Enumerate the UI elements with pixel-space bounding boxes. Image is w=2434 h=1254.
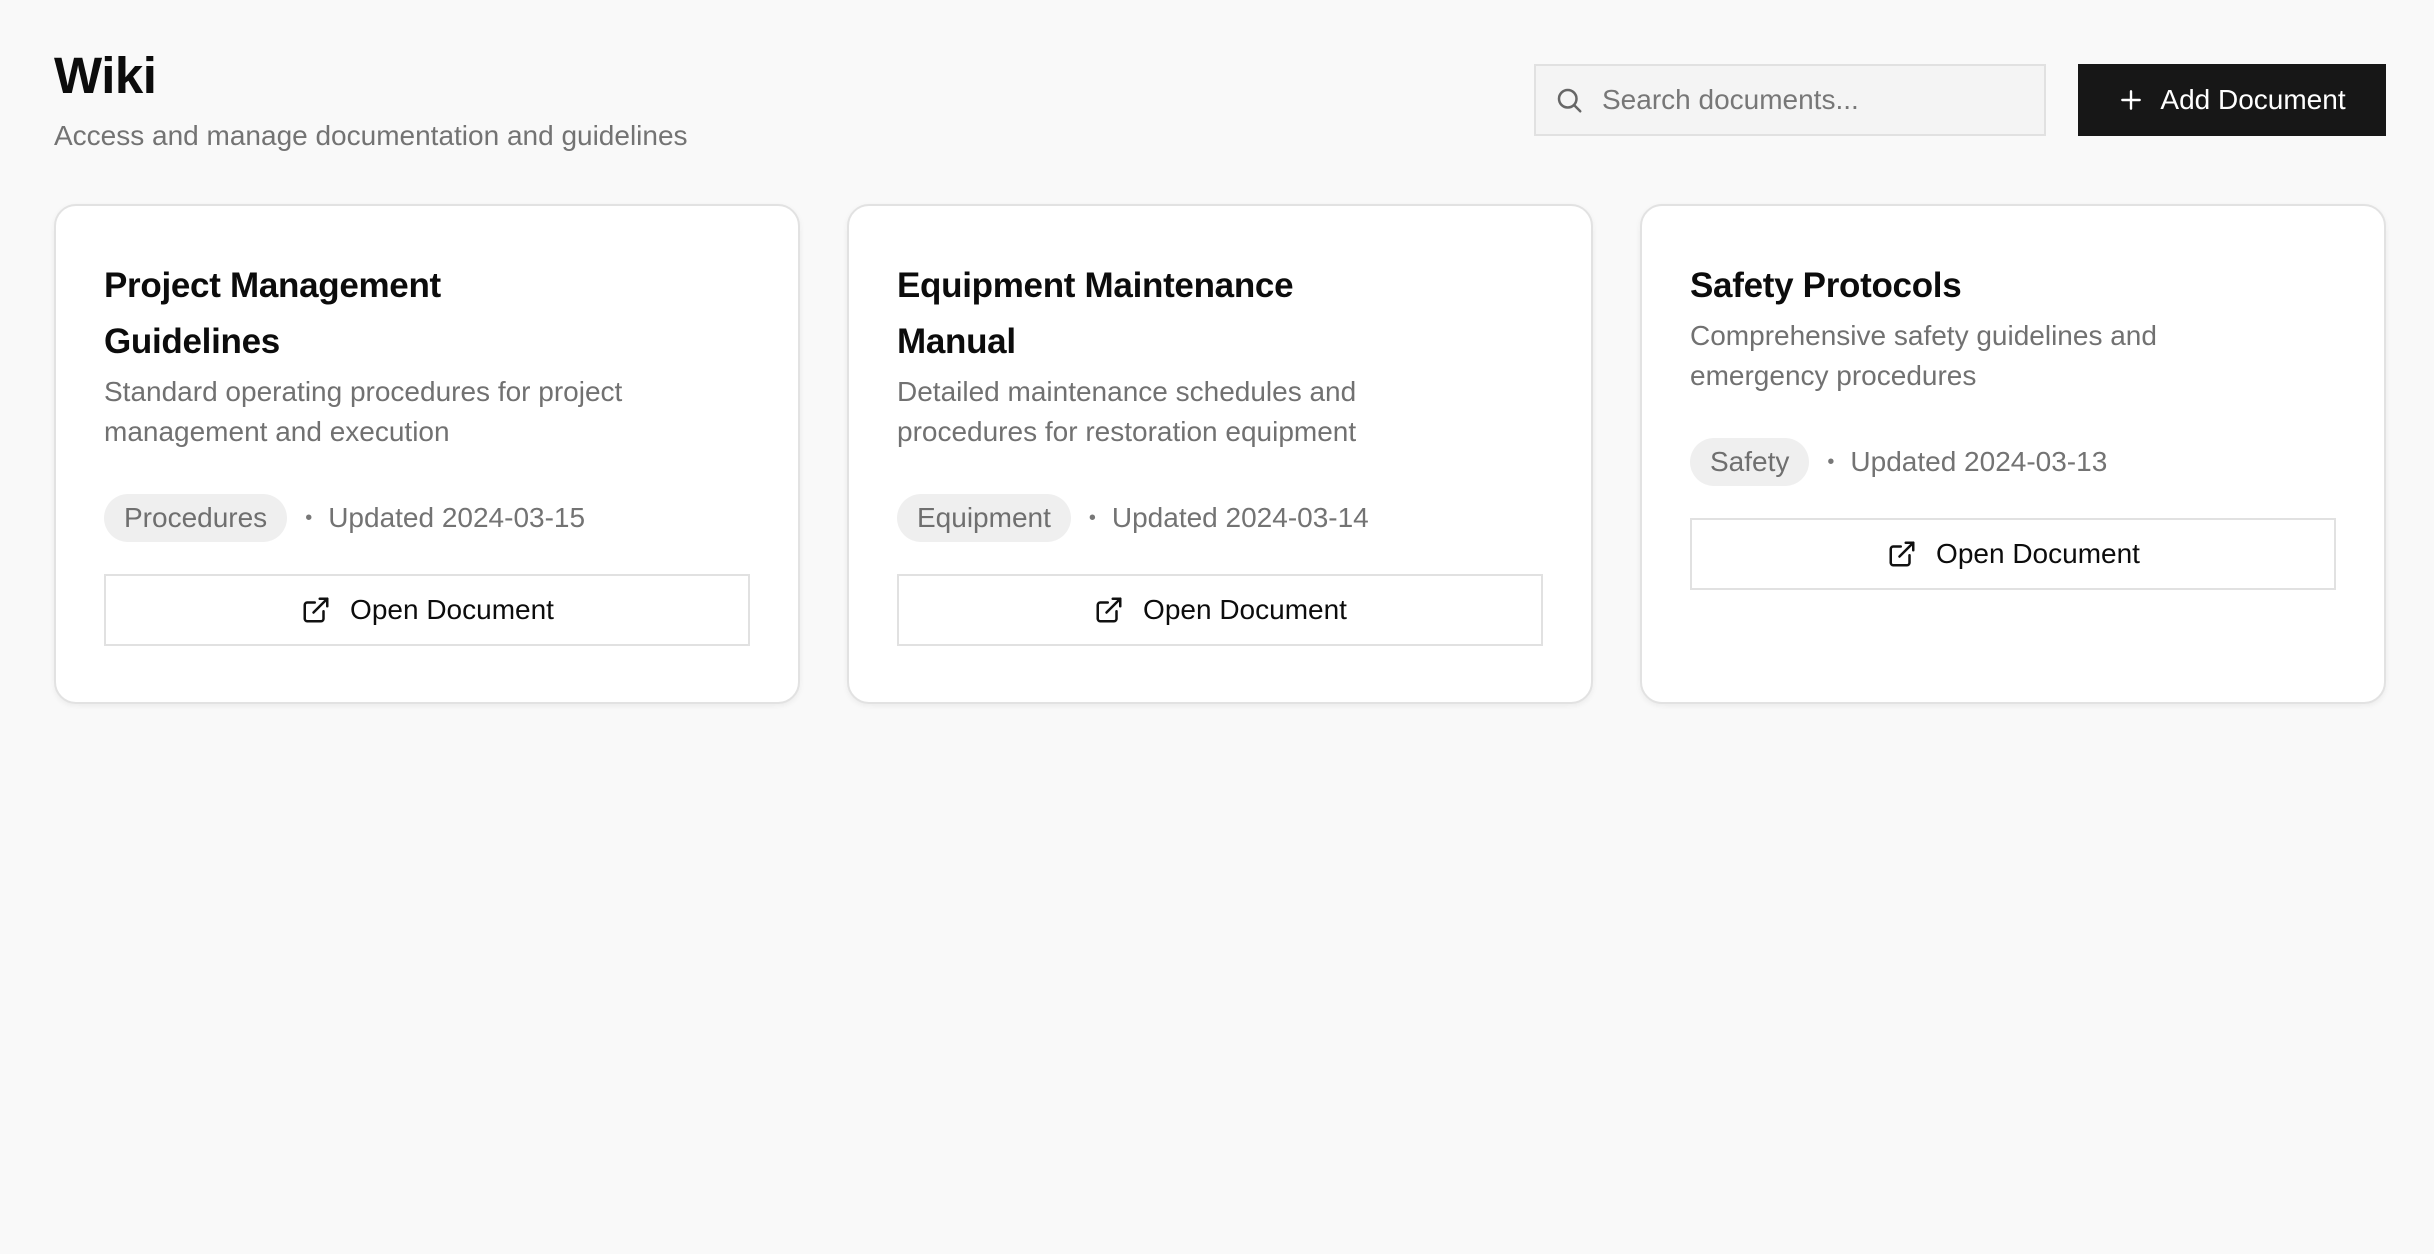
open-document-button[interactable]: Open Document (104, 574, 750, 646)
external-link-icon (1093, 594, 1125, 626)
meta-separator: • (1827, 450, 1835, 473)
meta-separator: • (1088, 506, 1096, 529)
updated-date: Updated 2024-03-15 (328, 502, 586, 533)
document-card: Safety Protocols Comprehensive safety gu… (1640, 204, 2386, 704)
search-input[interactable] (1602, 70, 2022, 130)
document-cards: Project Management Guidelines Standard o… (54, 204, 2386, 704)
open-document-button[interactable]: Open Document (1690, 518, 2336, 590)
open-document-label: Open Document (350, 594, 554, 625)
document-meta: Procedures • Updated 2024-03-15 (104, 494, 754, 542)
external-link-icon (1886, 538, 1918, 570)
document-title: Safety Protocols (1690, 266, 1962, 305)
meta-separator: • (305, 506, 313, 529)
page-title: Wiki (54, 47, 157, 104)
page-subtitle: Access and manage documentation and guid… (54, 120, 688, 151)
document-description: Detailed maintenance schedules and proce… (897, 376, 1357, 447)
external-link-icon (300, 594, 332, 626)
category-tag: Safety (1690, 438, 1810, 486)
plus-icon (2118, 87, 2144, 113)
document-description: Standard operating procedures for projec… (104, 376, 623, 447)
document-card: Equipment Maintenance Manual Detailed ma… (847, 204, 1593, 704)
open-document-button[interactable]: Open Document (897, 574, 1543, 646)
document-title: Project Management Guidelines (104, 266, 441, 361)
category-tag: Equipment (897, 494, 1071, 542)
open-document-label: Open Document (1143, 594, 1347, 625)
add-document-button[interactable]: Add Document (2078, 64, 2386, 136)
updated-date: Updated 2024-03-13 (1850, 446, 2108, 477)
open-document-label: Open Document (1936, 538, 2140, 569)
document-title: Equipment Maintenance Manual (897, 266, 1294, 361)
document-card: Project Management Guidelines Standard o… (54, 204, 800, 704)
add-document-label: Add Document (2160, 84, 2346, 115)
document-description: Comprehensive safety guidelines and emer… (1690, 320, 2157, 391)
page-header: Wiki Access and manage documentation and… (54, 46, 2386, 156)
updated-date: Updated 2024-03-14 (1111, 502, 1369, 533)
document-meta: Safety • Updated 2024-03-13 (1690, 438, 2340, 486)
document-meta: Equipment • Updated 2024-03-14 (897, 494, 1547, 542)
search-box[interactable] (1534, 64, 2046, 136)
search-icon (1552, 83, 1586, 117)
category-tag: Procedures (104, 494, 288, 542)
